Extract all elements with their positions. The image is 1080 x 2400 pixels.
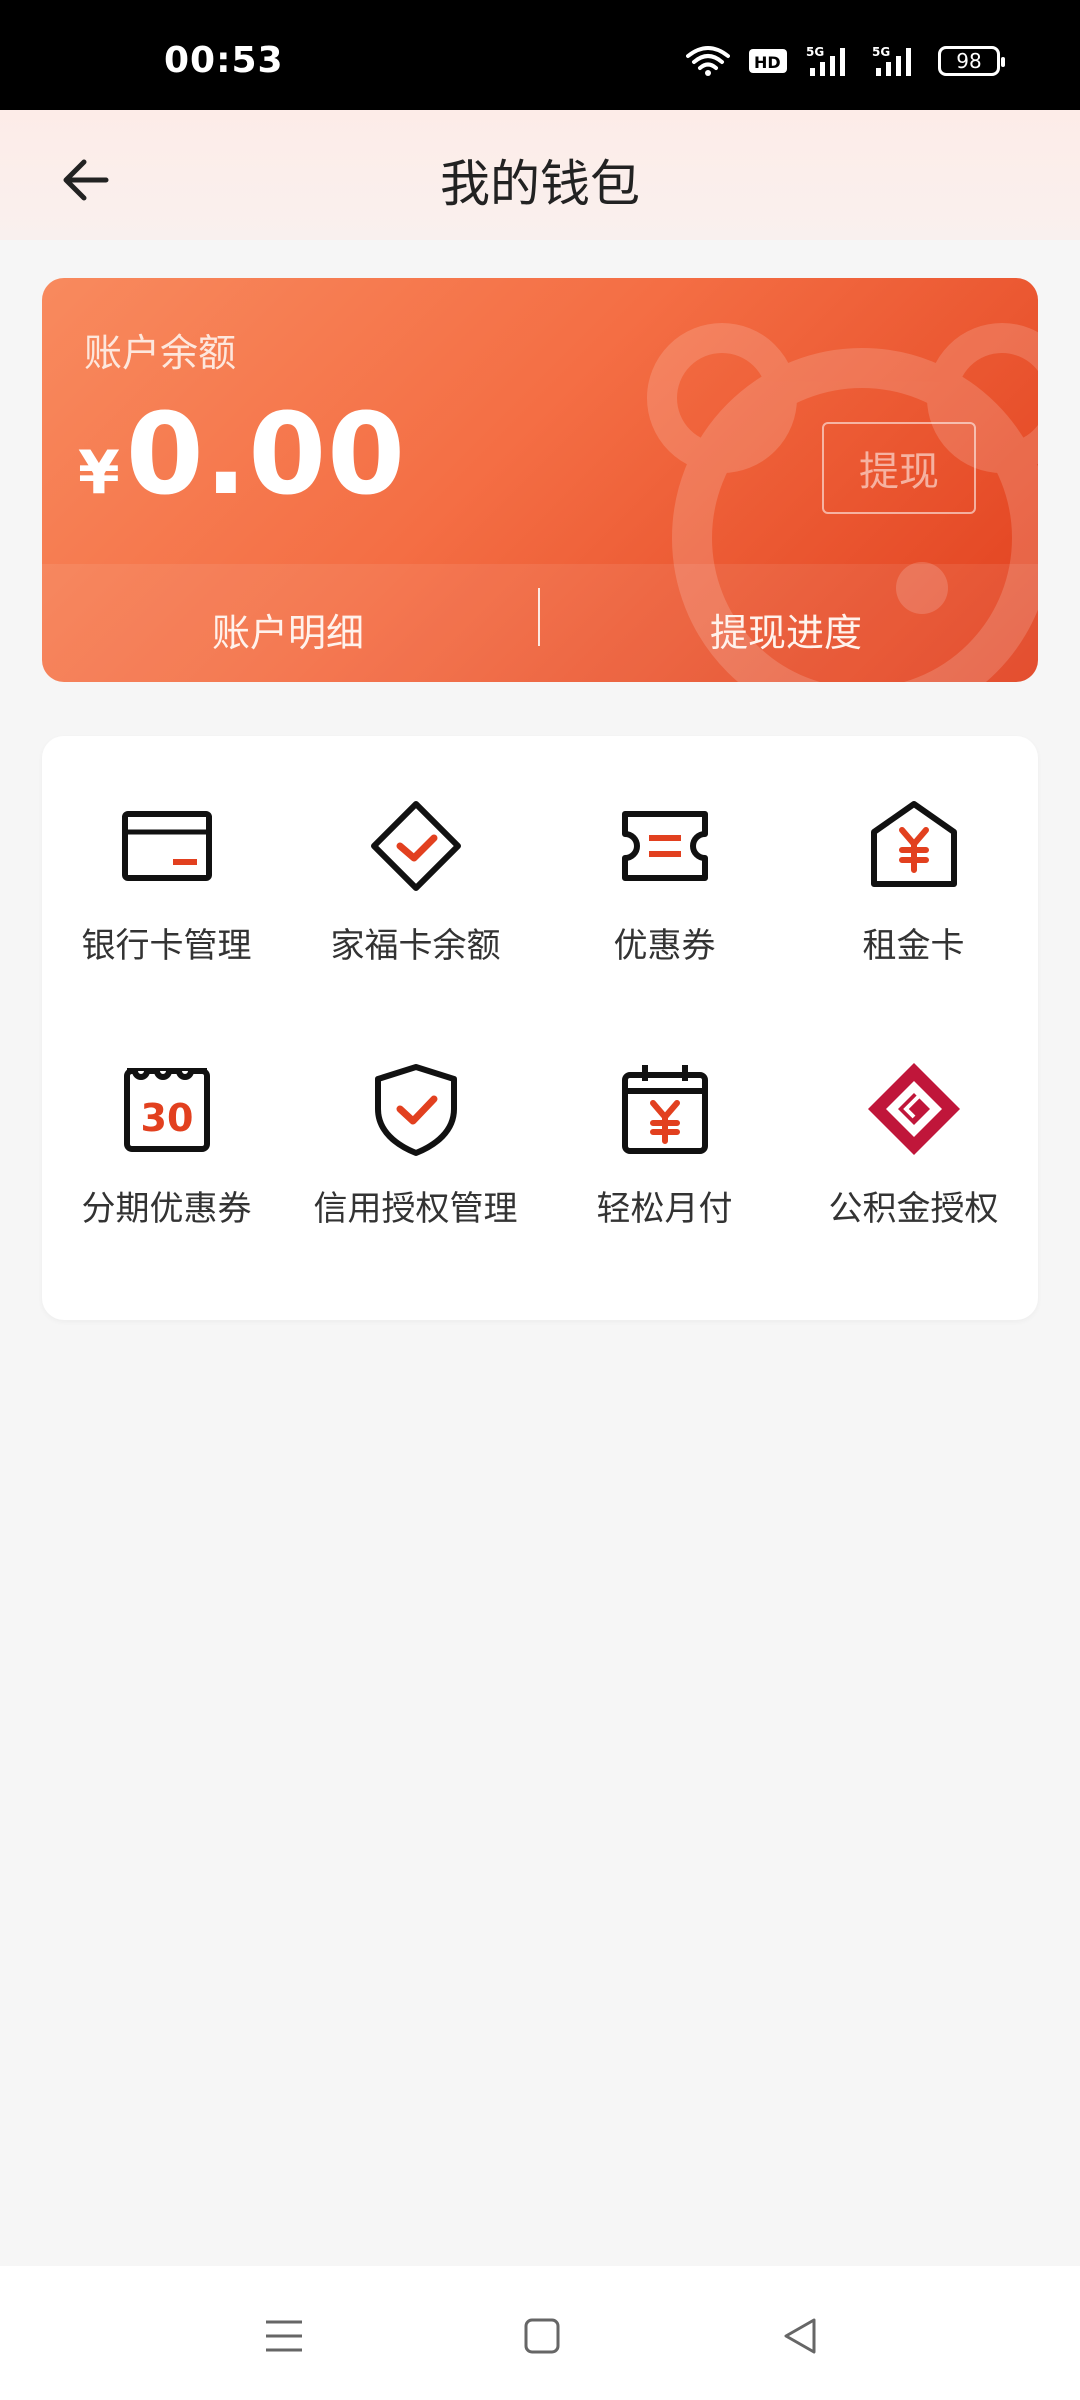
- bank-card-icon: [117, 796, 217, 896]
- header: 我的钱包: [0, 110, 1080, 240]
- service-label: 银行卡管理: [81, 926, 252, 966]
- square-icon: [524, 2318, 560, 2354]
- service-installment-coupon[interactable]: 30 分期优惠券: [42, 1059, 291, 1230]
- withdraw-progress-link[interactable]: 提现进度: [710, 602, 862, 657]
- service-rent-card[interactable]: 租金卡: [789, 796, 1038, 967]
- signal-5g-icon-1: 5G: [806, 45, 845, 76]
- battery-indicator: 98: [938, 46, 1005, 76]
- service-bank-card[interactable]: 银行卡管理: [42, 796, 291, 967]
- svg-text:5G: 5G: [872, 45, 890, 59]
- balance-amount: ¥ 0.00: [78, 390, 406, 520]
- card-divider: [538, 588, 540, 646]
- calendar-yuan-icon: [615, 1059, 715, 1159]
- nav-menu-button[interactable]: [254, 2306, 314, 2366]
- service-label: 分期优惠券: [81, 1189, 252, 1229]
- signal-5g-icon-2: 5G: [872, 45, 911, 76]
- service-label: 家福卡余额: [330, 926, 501, 966]
- triangle-back-icon: [784, 2318, 816, 2354]
- balance-value: 0.00: [125, 390, 407, 520]
- service-label: 公积金授权: [828, 1189, 999, 1229]
- service-label: 轻松月付: [596, 1189, 733, 1229]
- service-label: 租金卡: [862, 926, 965, 966]
- service-credit-auth[interactable]: 信用授权管理: [291, 1059, 540, 1230]
- shield-check-icon: [366, 1059, 466, 1159]
- withdraw-button[interactable]: 提现: [822, 422, 976, 514]
- status-icons: HD 5G 5G 98: [686, 44, 1005, 78]
- svg-text:HD: HD: [754, 53, 781, 72]
- balance-label: 账户余额: [84, 331, 237, 375]
- status-time: 00:53: [164, 40, 284, 81]
- account-detail-link[interactable]: 账户明细: [212, 602, 364, 657]
- housing-fund-logo-icon: [864, 1059, 964, 1159]
- house-yuan-icon: [864, 796, 964, 896]
- service-jiafu-card[interactable]: 家福卡余额: [291, 796, 540, 967]
- diamond-check-icon: [366, 796, 466, 896]
- service-monthly-pay[interactable]: 轻松月付: [540, 1059, 789, 1230]
- status-bar: 00:53 HD 5G 5G 98: [0, 0, 1080, 110]
- svg-text:5G: 5G: [806, 45, 824, 59]
- wifi-icon: [686, 46, 730, 76]
- nav-back-button[interactable]: [770, 2306, 830, 2366]
- card-links: 账户明细 提现进度: [42, 564, 1038, 682]
- system-nav-bar: [0, 2266, 1080, 2400]
- currency-symbol: ¥: [78, 438, 120, 508]
- balance-card: 账户余额 ¥ 0.00 提现 账户明细 提现进度: [42, 278, 1038, 682]
- service-grid: 银行卡管理 家福卡余额 优惠券 租金卡 30 分期优惠券 信用授权管理 轻松月付…: [42, 796, 1038, 1230]
- service-label: 优惠券: [613, 926, 716, 966]
- calendar-number: 30: [140, 1096, 193, 1140]
- hd-icon: HD: [749, 49, 787, 73]
- service-label: 信用授权管理: [313, 1189, 518, 1229]
- coupon-icon: [615, 796, 715, 896]
- nav-home-button[interactable]: [512, 2306, 572, 2366]
- calendar-30-icon: 30: [117, 1059, 217, 1159]
- menu-icon: [266, 2320, 302, 2352]
- service-coupon[interactable]: 优惠券: [540, 796, 789, 967]
- service-housing-fund[interactable]: 公积金授权: [789, 1059, 1038, 1230]
- service-panel: 银行卡管理 家福卡余额 优惠券 租金卡 30 分期优惠券 信用授权管理 轻松月付…: [42, 736, 1038, 1320]
- page-title: 我的钱包: [440, 155, 640, 213]
